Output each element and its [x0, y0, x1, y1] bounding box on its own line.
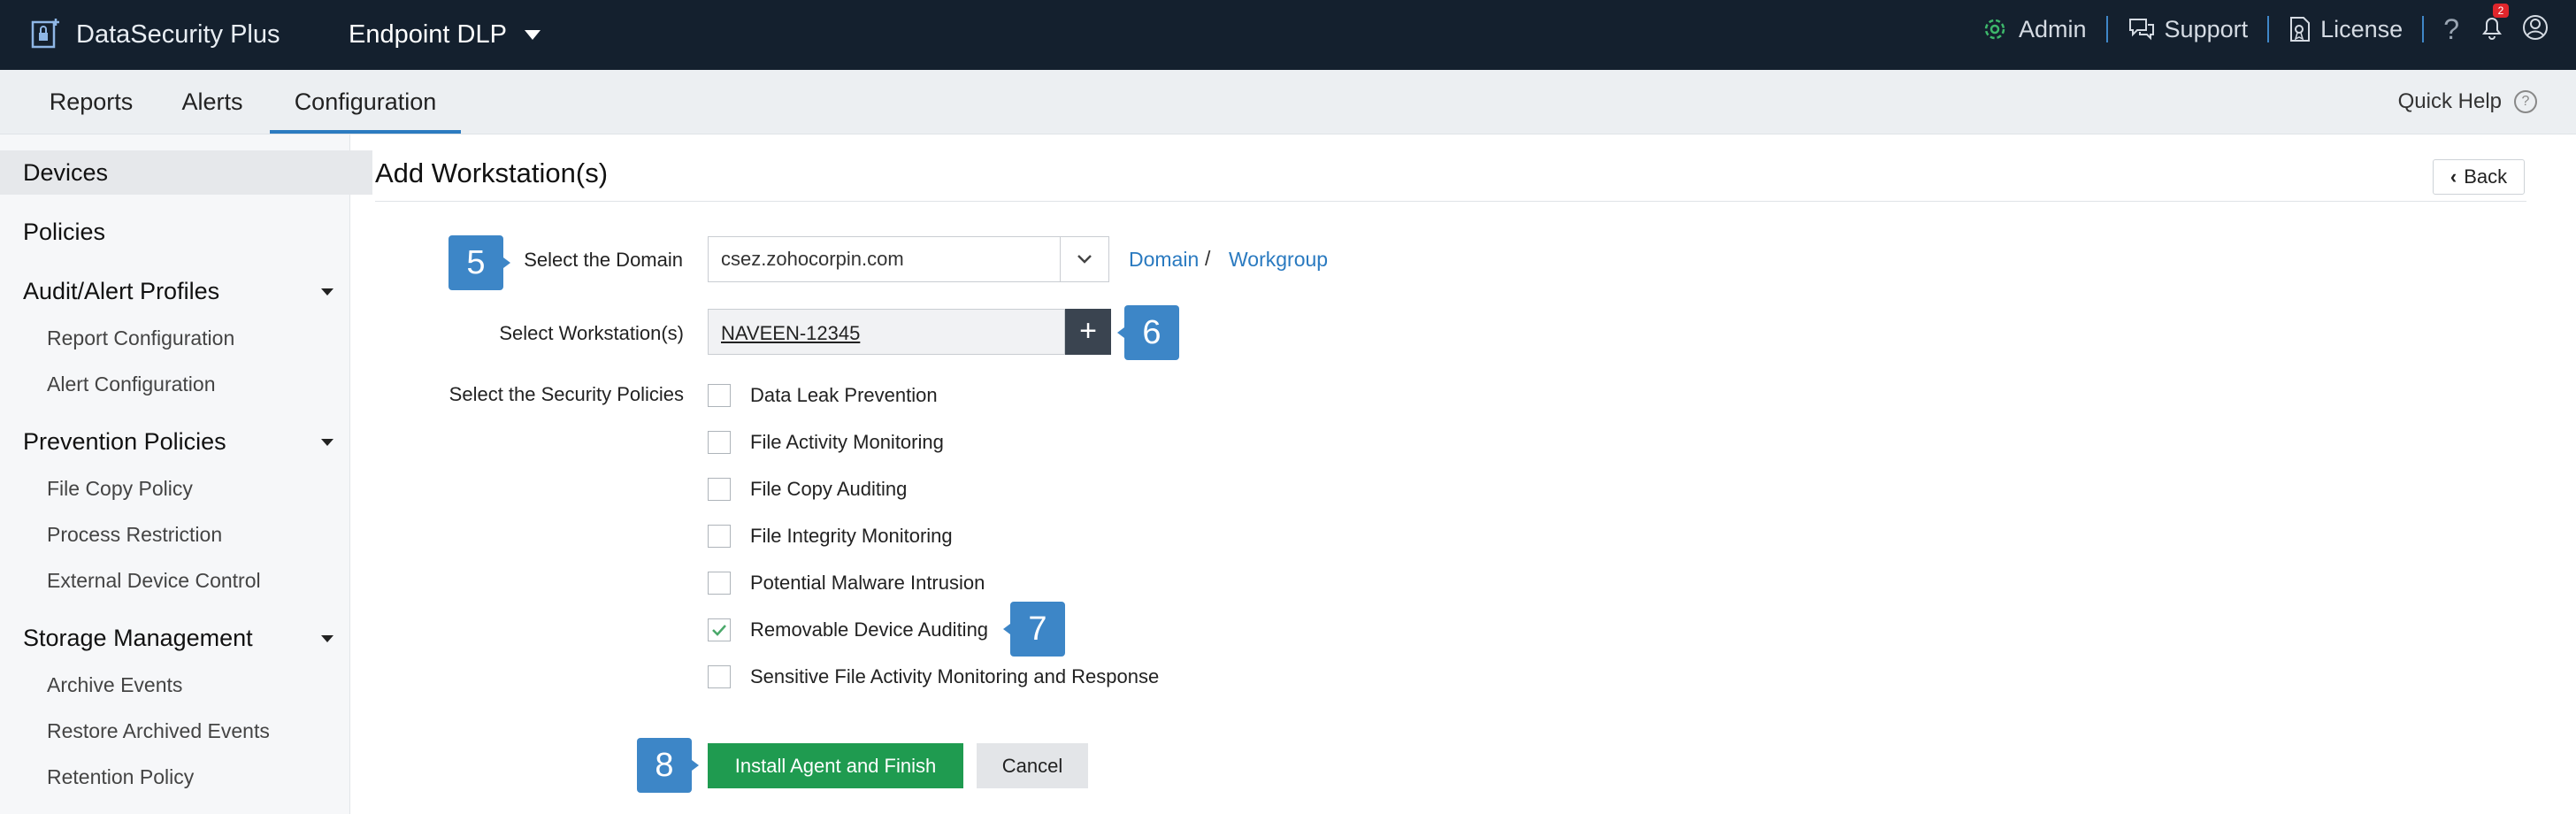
policy-file-copy-auditing[interactable]: File Copy Auditing	[708, 476, 907, 503]
checkbox-label: File Copy Auditing	[750, 478, 908, 500]
caret-down-icon	[321, 439, 334, 446]
quick-help-link[interactable]: Quick Help ?	[2398, 70, 2537, 134]
caret-down-icon	[321, 635, 334, 642]
step-badge-6: 6	[1117, 305, 1179, 360]
domain-select[interactable]: csez.zohocorpin.com	[708, 236, 1109, 282]
help-icon[interactable]: ?	[2443, 13, 2459, 46]
sidebar-group-prevention-policies[interactable]: Prevention Policies	[0, 419, 349, 464]
chevron-down-icon	[1060, 237, 1108, 281]
checkbox[interactable]	[708, 431, 731, 454]
license-link[interactable]: License	[2288, 15, 2403, 43]
sidebar-item-archive-events[interactable]: Archive Events	[0, 665, 396, 704]
top-right-menu: Admin Support License ? 2	[1980, 0, 2549, 58]
workstation-value: NAVEEN-12345	[721, 322, 861, 344]
license-label: License	[2320, 15, 2404, 42]
cancel-button[interactable]: Cancel	[977, 743, 1088, 788]
link-separator: /	[1205, 247, 1211, 270]
admin-link[interactable]: Admin	[1980, 14, 2087, 44]
question-circle-icon: ?	[2514, 90, 2537, 113]
tab-configuration[interactable]: Configuration	[270, 70, 461, 134]
policy-potential-malware-intrusion[interactable]: Potential Malware Intrusion	[708, 570, 985, 596]
workgroup-link[interactable]: Workgroup	[1229, 248, 1328, 272]
sidebar-item-process-restriction[interactable]: Process Restriction	[0, 515, 396, 554]
sidebar-item-external-device-control[interactable]: External Device Control	[0, 561, 396, 600]
admin-label: Admin	[2019, 15, 2087, 42]
domain-link[interactable]: Domain	[1129, 248, 1199, 272]
support-label: Support	[2164, 15, 2249, 42]
caret-down-icon	[321, 288, 334, 296]
notification-count-badge: 2	[2493, 3, 2509, 18]
checkbox[interactable]	[708, 572, 731, 595]
user-menu-button[interactable]	[2521, 13, 2549, 46]
checkmark-icon	[712, 625, 726, 636]
domain-select-value: csez.zohocorpin.com	[721, 248, 904, 270]
top-bar: DataSecurity Plus Endpoint DLP Admin Sup…	[0, 0, 2576, 70]
step-badge-8: 8	[637, 738, 699, 793]
page-title: Add Workstation(s)	[375, 157, 609, 188]
policy-file-integrity-monitoring[interactable]: File Integrity Monitoring	[708, 523, 953, 549]
sidebar-item-retention-policy[interactable]: Retention Policy	[0, 757, 396, 796]
user-icon	[2523, 14, 2548, 40]
notifications-button[interactable]: 2	[2480, 3, 2509, 45]
checkbox[interactable]	[708, 525, 731, 548]
sidebar-item-restore-archived-events[interactable]: Restore Archived Events	[0, 711, 396, 750]
add-workstation-button[interactable]: +	[1065, 309, 1111, 355]
sidebar-item-report-configuration[interactable]: Report Configuration	[0, 319, 396, 357]
policy-file-activity-monitoring[interactable]: File Activity Monitoring	[708, 429, 944, 456]
sidebar-item-file-copy-policy[interactable]: File Copy Policy	[0, 469, 396, 508]
checkbox[interactable]	[708, 665, 731, 688]
workstation-input[interactable]: NAVEEN-12345	[708, 309, 1065, 355]
back-button[interactable]: ‹ Back	[2433, 159, 2525, 195]
divider	[2105, 16, 2108, 42]
tab-alerts[interactable]: Alerts	[168, 70, 257, 134]
sidebar-group-label: Prevention Policies	[23, 428, 226, 455]
product-switcher[interactable]: Endpoint DLP	[349, 12, 540, 57]
caret-down-icon	[524, 29, 540, 40]
back-label: Back	[2464, 165, 2508, 188]
chat-icon	[2128, 19, 2154, 41]
nav-bar: Reports Alerts Configuration Quick Help …	[0, 70, 2576, 134]
divider	[375, 201, 2526, 202]
checkbox-label: Potential Malware Intrusion	[750, 572, 985, 594]
workstations-label: Select Workstation(s)	[499, 322, 684, 344]
domain-label: Select the Domain	[524, 249, 683, 271]
policy-data-leak-prevention[interactable]: Data Leak Prevention	[708, 382, 938, 409]
sidebar-item-devices[interactable]: Devices	[0, 150, 372, 195]
bell-icon	[2482, 17, 2502, 40]
admin-gear-icon	[1984, 19, 2005, 40]
sidebar-group-storage-management[interactable]: Storage Management	[0, 616, 349, 660]
checkbox-label: Removable Device Auditing	[750, 618, 989, 641]
brand[interactable]: DataSecurity Plus	[30, 11, 280, 58]
policy-removable-device-auditing[interactable]: Removable Device Auditing	[708, 617, 988, 643]
checkbox-label: Sensitive File Activity Monitoring and R…	[750, 665, 1160, 687]
divider	[2267, 16, 2270, 42]
datasecurity-logo-icon	[30, 16, 64, 54]
install-agent-button[interactable]: Install Agent and Finish	[708, 743, 963, 788]
checkbox[interactable]	[708, 478, 731, 501]
checkbox[interactable]	[708, 384, 731, 407]
divider	[2422, 16, 2425, 42]
quick-help-label: Quick Help	[2397, 89, 2502, 113]
tab-reports[interactable]: Reports	[35, 70, 147, 134]
support-link[interactable]: Support	[2128, 15, 2249, 43]
security-policies-label: Select the Security Policies	[448, 383, 684, 405]
sidebar-group-audit-alert-profiles[interactable]: Audit/Alert Profiles	[0, 269, 349, 313]
policy-sensitive-file-activity-monitoring[interactable]: Sensitive File Activity Monitoring and R…	[708, 664, 1159, 690]
sidebar-group-label: Storage Management	[23, 625, 253, 651]
checkbox-label: File Integrity Monitoring	[750, 525, 953, 547]
license-icon	[2290, 17, 2311, 42]
sidebar-item-policies[interactable]: Policies	[0, 210, 372, 254]
sidebar-item-alert-configuration[interactable]: Alert Configuration	[0, 365, 396, 403]
product-name: Endpoint DLP	[349, 19, 507, 49]
sidebar-group-label: Audit/Alert Profiles	[23, 278, 220, 304]
checkbox-label: Data Leak Prevention	[750, 384, 938, 406]
brand-name: DataSecurity Plus	[76, 19, 280, 49]
chevron-left-icon: ‹	[2450, 165, 2457, 188]
sidebar: Devices Policies Audit/Alert Profiles Re…	[0, 134, 372, 814]
checkbox-label: File Activity Monitoring	[750, 431, 944, 453]
step-badge-7: 7	[1003, 602, 1065, 657]
checkbox-checked[interactable]	[708, 618, 731, 641]
